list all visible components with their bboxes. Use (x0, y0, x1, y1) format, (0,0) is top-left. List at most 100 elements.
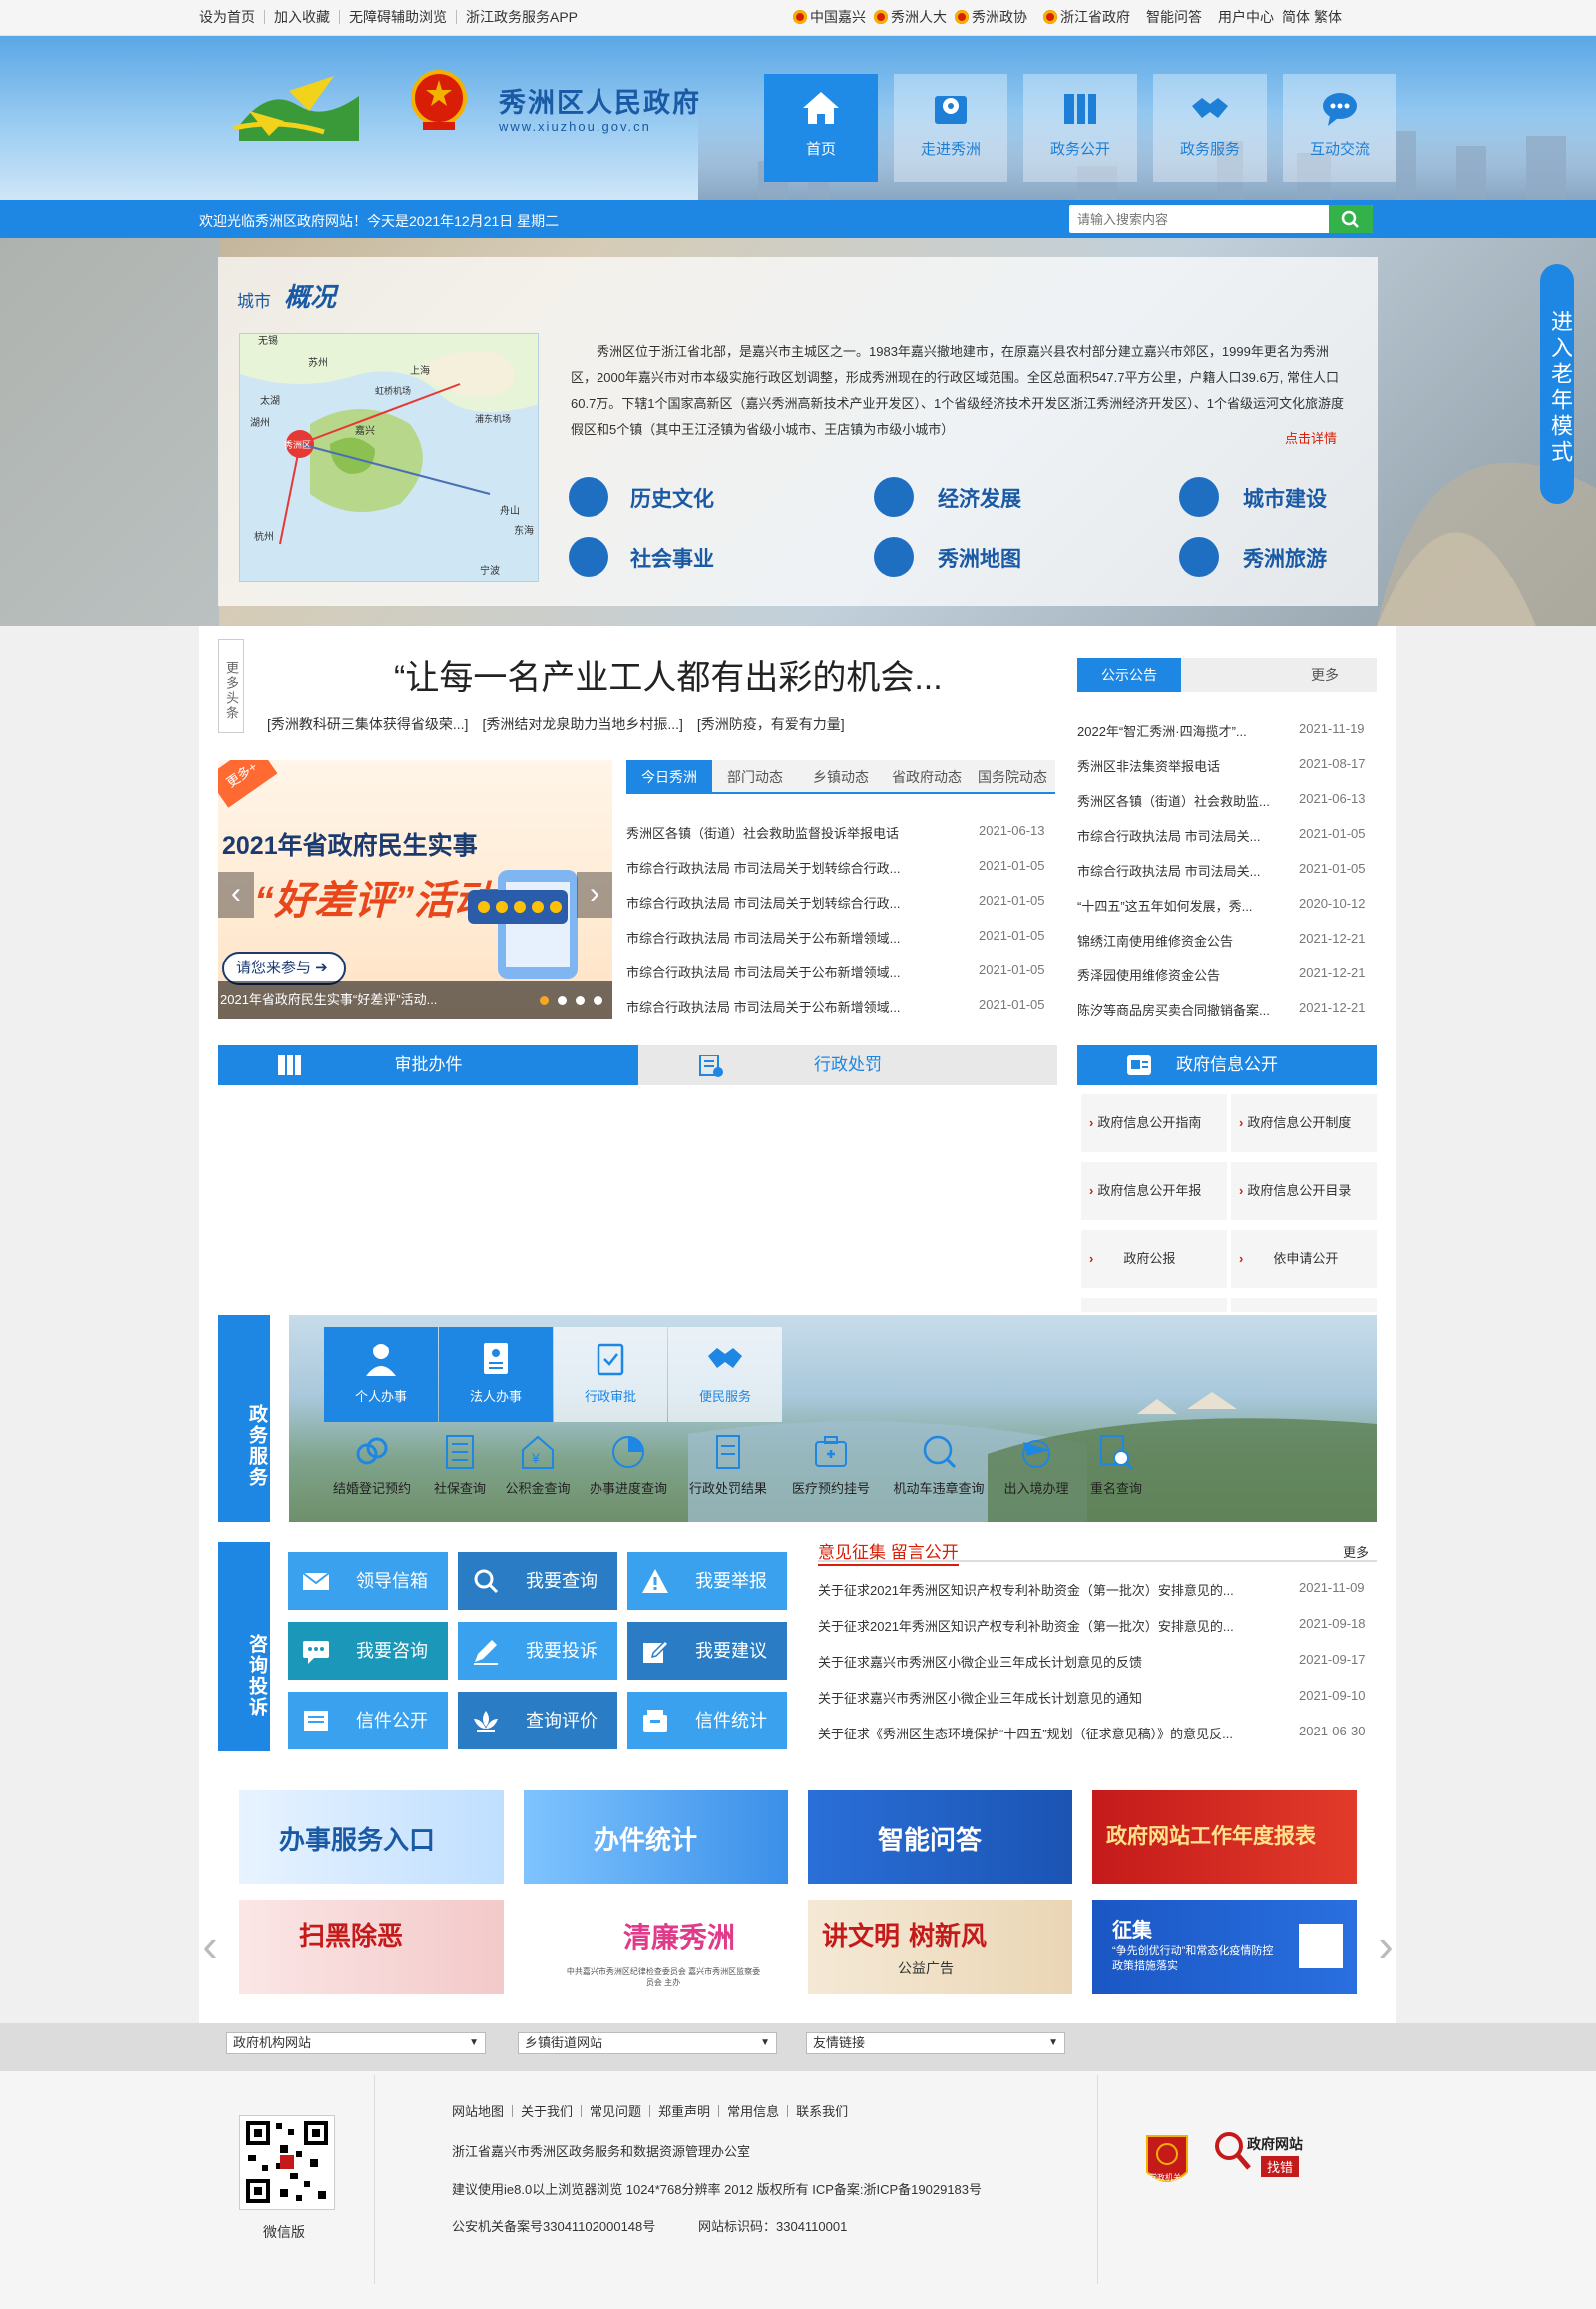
service-progress[interactable]: 办事进度查询 (589, 1432, 668, 1497)
party-gov-badge[interactable]: 党政机关 (1143, 2132, 1191, 2192)
opinions-more-link[interactable]: 更多 (1343, 1542, 1369, 1561)
footer-link-info[interactable]: 常用信息 (719, 2105, 789, 2117)
overview-link-society[interactable]: 社会事业 (630, 543, 714, 573)
tab-dept[interactable]: 部门动态 (712, 760, 798, 794)
town-sites-select[interactable]: 乡镇街道网站 ▼ (518, 2032, 777, 2054)
overview-link-history[interactable]: 历史文化 (630, 483, 714, 513)
list-item[interactable]: “十四五”这五年如何发展，秀... (1077, 896, 1277, 915)
service-personal[interactable]: 个人办事 (324, 1327, 438, 1422)
elder-mode-button[interactable]: 进入老年模式 (1540, 264, 1574, 504)
tab-notice[interactable]: 公示公告 (1077, 658, 1181, 692)
service-corporate[interactable]: 法人办事 (439, 1327, 553, 1422)
list-item[interactable]: 市综合行政执法局 市司法局关于划转综合行政... (626, 858, 926, 877)
letters-public-button[interactable]: 信件公开 (288, 1692, 448, 1749)
banner-collection[interactable]: 征集 “争先创优行动”和常态化疫情防控政策措施落实 (1092, 1900, 1357, 1994)
nav-home[interactable]: 首页 (764, 74, 878, 182)
govinfo-header[interactable]: 政府信息公开 (1077, 1045, 1377, 1085)
banner-statistics[interactable]: 办件统计 (524, 1790, 788, 1884)
carousel-prev-button[interactable]: ‹ (218, 872, 254, 918)
govinfo-system[interactable]: › 政府信息公开制度 (1231, 1094, 1377, 1152)
banner-prev-button[interactable]: ‹ (200, 1900, 221, 1990)
leader-mailbox-button[interactable]: 领导信箱 (288, 1552, 448, 1610)
tab-penalty[interactable]: 行政处罚 (638, 1045, 1057, 1085)
sub-headline[interactable]: [秀洲结对龙泉助力当地乡村振...] (482, 714, 682, 734)
list-item[interactable]: 关于征求嘉兴市秀洲区小微企业三年成长计划意见的通知 (818, 1688, 1272, 1707)
link-traditional[interactable]: 繁体 (1314, 10, 1342, 24)
banner-anti-crime[interactable]: 扫黑除恶 (239, 1900, 504, 1994)
link-simplified[interactable]: 简体 (1282, 10, 1310, 24)
link-smart-qa[interactable]: 智能问答 (1146, 10, 1202, 24)
banner-service-entry[interactable]: 办事服务入口 (239, 1790, 504, 1884)
list-item[interactable]: 市综合行政执法局 市司法局关于公布新增领域... (626, 962, 926, 981)
footer-link-sitemap[interactable]: 网站地图 (452, 2105, 514, 2117)
tab-today[interactable]: 今日秀洲 (626, 760, 712, 794)
service-social-security[interactable]: 社保查询 (420, 1432, 500, 1497)
gov-site-error-badge[interactable]: 政府网站 找错 (1213, 2130, 1317, 2180)
banner-next-button[interactable]: › (1375, 1900, 1396, 1990)
overview-link-tourism[interactable]: 秀洲旅游 (1243, 543, 1327, 573)
service-convenience[interactable]: 便民服务 (668, 1327, 782, 1422)
suggestion-button[interactable]: 我要建议 (627, 1622, 787, 1680)
list-item[interactable]: 关于征求2021年秀洲区知识产权专利补助资金（第一批次）安排意见的... (818, 1616, 1272, 1635)
set-homepage-link[interactable]: 设为首页 (200, 10, 265, 24)
list-item[interactable]: 市综合行政执法局 市司法局关于划转综合行政... (626, 893, 926, 912)
search-button[interactable] (1329, 205, 1373, 233)
zj-app-link[interactable]: 浙江政务服务APP (457, 10, 587, 24)
report-button[interactable]: 我要举报 (627, 1552, 787, 1610)
carousel-dot[interactable] (540, 996, 549, 1005)
footer-link-about[interactable]: 关于我们 (513, 2105, 583, 2117)
service-marriage[interactable]: 结婚登记预约 (332, 1432, 412, 1497)
query-button[interactable]: 我要查询 (458, 1552, 617, 1610)
list-item[interactable]: 市综合行政执法局 市司法局关于公布新增领域... (626, 997, 926, 1016)
service-medical[interactable]: 医疗预约挂号 (791, 1432, 871, 1497)
footer-link-contact[interactable]: 联系我们 (788, 2105, 856, 2117)
list-item[interactable]: 秀泽园使用维修资金公告 (1077, 965, 1277, 984)
add-favorite-link[interactable]: 加入收藏 (265, 10, 340, 24)
complaint-button[interactable]: 我要投诉 (458, 1622, 617, 1680)
list-item[interactable]: 市综合行政执法局 市司法局关... (1077, 861, 1277, 880)
opinions-title[interactable]: 意见征集 留言公开 (818, 1543, 959, 1566)
service-approval[interactable]: 行政审批 (554, 1327, 667, 1422)
service-housing-fund[interactable]: ¥ 公积金查询 (498, 1432, 578, 1497)
tab-town[interactable]: 乡镇动态 (798, 760, 884, 794)
search-input[interactable] (1077, 209, 1327, 229)
list-item[interactable]: 市综合行政执法局 市司法局关于公布新增领域... (626, 928, 926, 947)
list-item[interactable]: 秀洲区各镇（街道）社会救助监督投诉举报电话 (626, 823, 926, 842)
link-china-jiaxing[interactable]: 中国嘉兴 (793, 10, 866, 24)
overview-link-economy[interactable]: 经济发展 (938, 483, 1021, 513)
nav-interaction[interactable]: 互动交流 (1283, 74, 1396, 182)
friendly-links-select[interactable]: 友情链接 ▼ (806, 2032, 1065, 2054)
main-headline[interactable]: “让每一名产业工人都有出彩的机会... (394, 650, 943, 699)
tab-state-council[interactable]: 国务院动态 (970, 760, 1055, 794)
govinfo-gazette[interactable]: › 政府公报 (1081, 1230, 1227, 1288)
banner-integrity[interactable]: 清廉秀洲 中共嘉兴市秀洲区纪律检查委员会 嘉兴市秀洲区监察委员会 主办 (524, 1900, 788, 1994)
list-item[interactable]: 秀洲区非法集资举报电话 (1077, 756, 1277, 775)
link-cppcc[interactable]: 秀洲政协 (955, 10, 1027, 24)
service-exit-entry[interactable]: 出入境办理 (997, 1432, 1076, 1497)
link-user-center[interactable]: 用户中心 (1218, 10, 1274, 24)
region-map[interactable]: 无锡 苏州 上海 太湖 湖州 秀洲区 嘉兴 杭州 宁波 舟山 东海 虹桥机场 浦… (239, 333, 539, 582)
participate-button[interactable]: 请您来参与 ➔ (222, 952, 346, 985)
tab-province[interactable]: 省政府动态 (884, 760, 970, 794)
govinfo-on-request[interactable]: › 依申请公开 (1231, 1230, 1377, 1288)
gov-sites-select[interactable]: 政府机构网站 ▼ (226, 2032, 486, 2054)
list-item[interactable]: 锦绣江南使用维修资金公告 (1077, 931, 1277, 950)
nav-about[interactable]: 走进秀洲 (894, 74, 1007, 182)
evaluation-button[interactable]: 查询评价 (458, 1692, 617, 1749)
overview-more-link[interactable]: 点击详情 (1285, 428, 1337, 447)
carousel-dot[interactable] (558, 996, 567, 1005)
accessibility-link[interactable]: 无障碍辅助浏览 (340, 10, 457, 24)
tab-approval[interactable]: 审批办件 (218, 1045, 638, 1085)
carousel-dot[interactable] (576, 996, 585, 1005)
list-item[interactable]: 关于征求《秀洲区生态环境保护“十四五”规划（征求意见稿）》的意见反... (818, 1724, 1272, 1742)
link-npc[interactable]: 秀洲人大 (874, 10, 947, 24)
carousel-dot[interactable] (594, 996, 602, 1005)
footer-link-faq[interactable]: 常见问题 (582, 2105, 651, 2117)
list-item[interactable]: 市综合行政执法局 市司法局关... (1077, 826, 1277, 845)
image-carousel[interactable]: 更多+ 2021年省政府民生实事 “好差评”活动 请您来参与 ➔ ‹ › 202… (218, 760, 612, 1019)
banner-smart-qa[interactable]: 智能问答 (808, 1790, 1072, 1884)
service-name-search[interactable]: 重名查询 (1076, 1432, 1156, 1497)
carousel-next-button[interactable]: › (577, 872, 612, 918)
list-item[interactable]: 秀洲区各镇（街道）社会救助监... (1077, 791, 1277, 810)
list-item[interactable]: 关于征求嘉兴市秀洲区小微企业三年成长计划意见的反馈 (818, 1652, 1272, 1671)
